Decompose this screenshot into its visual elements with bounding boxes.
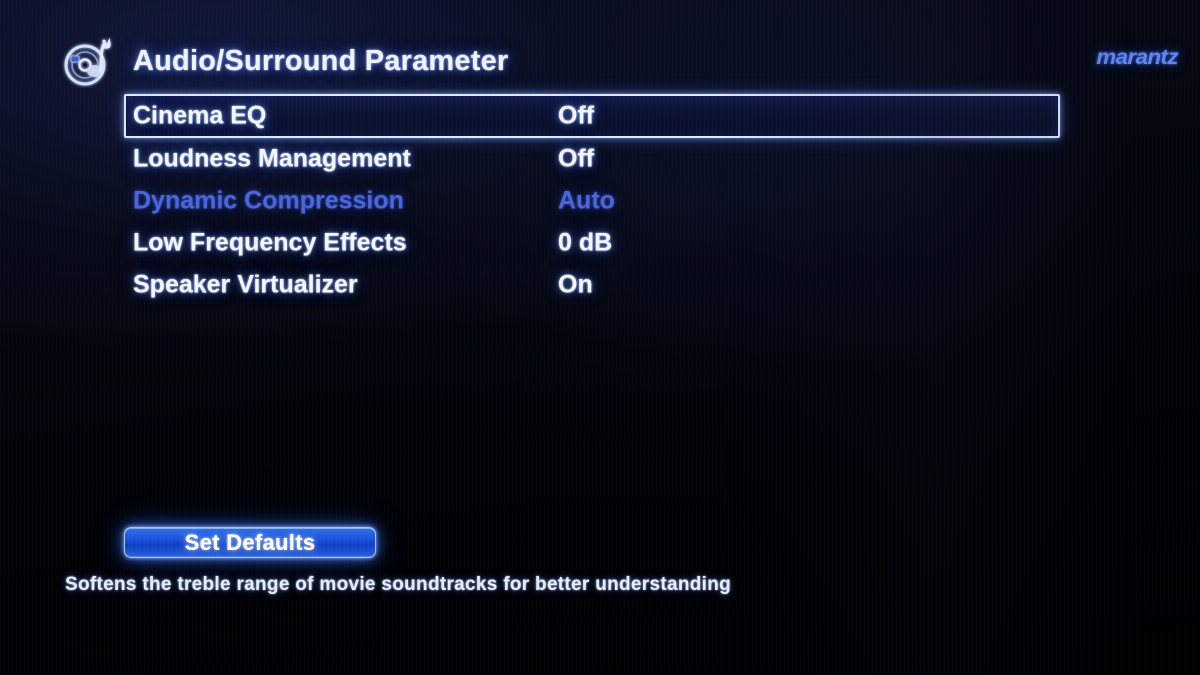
osd-header: Audio/Surround Parameter marantz xyxy=(0,0,1200,92)
parameter-label: Low Frequency Effects xyxy=(133,228,407,257)
parameter-value[interactable]: Off xyxy=(558,145,594,174)
page-title: Audio/Surround Parameter xyxy=(133,45,509,77)
parameter-row-dynamic-compression[interactable]: Dynamic Compression Auto xyxy=(124,180,1060,222)
parameter-label: Dynamic Compression xyxy=(133,186,404,215)
parameter-list: Cinema EQ Off Loudness Management Off Dynami… xyxy=(124,94,1060,306)
parameter-value[interactable]: On xyxy=(558,271,593,300)
parameter-row-cinema-eq[interactable]: Cinema EQ Off xyxy=(124,94,1060,138)
parameter-label: Loudness Management xyxy=(133,144,411,173)
help-text: Softens the treble range of movie soundt… xyxy=(65,574,732,595)
parameter-value[interactable]: Off xyxy=(558,102,594,131)
parameter-row-loudness-management[interactable]: Loudness Management Off xyxy=(124,138,1060,180)
brand-logo: marantz xyxy=(1096,46,1178,69)
osd-screen: Audio/Surround Parameter marantz Cinema … xyxy=(0,0,1200,675)
set-defaults-label: Set Defaults xyxy=(184,529,316,555)
set-defaults-button[interactable]: Set Defaults xyxy=(124,527,376,558)
parameter-row-speaker-virtualizer[interactable]: Speaker Virtualizer On xyxy=(124,264,1060,306)
parameter-value[interactable]: 0 dB xyxy=(558,229,612,258)
parameter-label: Speaker Virtualizer xyxy=(133,270,358,299)
parameter-row-low-frequency-effects[interactable]: Low Frequency Effects 0 dB xyxy=(124,222,1060,264)
parameter-value[interactable]: Auto xyxy=(558,187,615,216)
disc-music-note-icon xyxy=(60,36,116,88)
parameter-label: Cinema EQ xyxy=(133,101,267,130)
